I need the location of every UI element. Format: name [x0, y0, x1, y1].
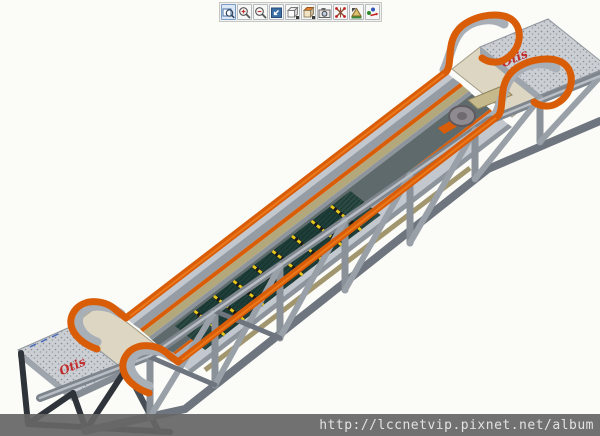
dropdown-indicator [312, 16, 315, 19]
3d-viewport[interactable]: Otis Otis [0, 0, 600, 436]
zoom-region-icon [222, 8, 235, 18]
measure-icon [351, 7, 362, 18]
zoom-out-button[interactable] [253, 4, 268, 20]
zoom-out-icon [255, 6, 267, 19]
view-toolbar [219, 2, 382, 22]
measure-button[interactable] [349, 4, 364, 20]
snapshot-camera-icon [318, 7, 331, 18]
zoom-in-button[interactable] [237, 4, 252, 20]
display-style-button[interactable] [301, 4, 316, 20]
view-orientation-button[interactable] [285, 4, 300, 20]
fit-view-button[interactable] [269, 4, 284, 20]
zoom-region-button[interactable] [221, 4, 236, 20]
watermark-url: http://lccnetvip.pixnet.net/album [319, 417, 594, 433]
zoom-in-icon [239, 6, 251, 19]
snapshot-button[interactable] [317, 4, 332, 20]
fit-view-icon [271, 7, 282, 18]
cad-application-window: Otis Otis http://lccnetvip.pixnet.net/al… [0, 0, 600, 436]
watermark-bar: http://lccnetvip.pixnet.net/album [0, 414, 600, 436]
motion-path-button[interactable] [365, 4, 380, 20]
explode-view-icon [335, 6, 346, 18]
motion-path-icon [367, 7, 379, 16]
dropdown-indicator [296, 16, 299, 19]
explode-view-button[interactable] [333, 4, 348, 20]
